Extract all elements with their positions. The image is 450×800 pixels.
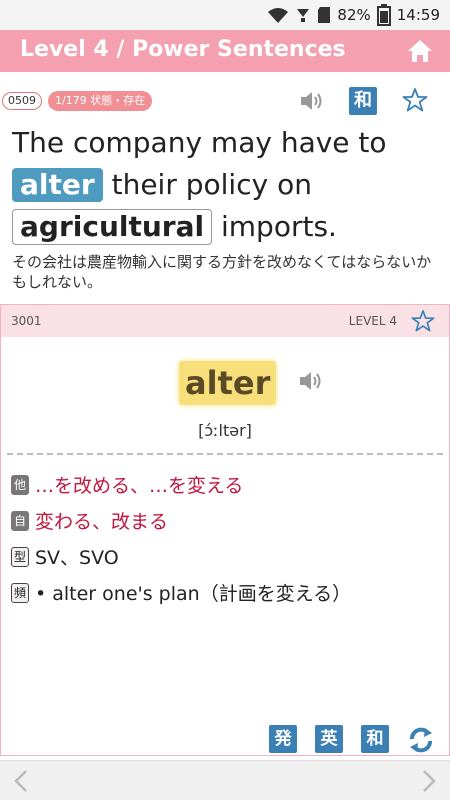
status-bar: 82% 14:59 — [0, 0, 450, 30]
page-title: Level 4 / Power Sentences — [20, 37, 346, 62]
japanese-button[interactable]: 和 — [361, 725, 389, 753]
speaker-icon[interactable] — [298, 89, 324, 113]
sentence-text: their policy on — [111, 168, 312, 201]
pattern-tag: 型 — [11, 546, 29, 567]
phonetic: [ɔ́ːltər] — [198, 421, 252, 440]
definition-text: SV、SVO — [35, 547, 119, 569]
sentence-text: imports. — [221, 210, 337, 243]
clock: 14:59 — [396, 6, 440, 24]
definition-row: 型 SV、SVO — [11, 543, 119, 570]
refresh-icon[interactable] — [406, 725, 436, 755]
sentence-text: The company may have to — [12, 126, 387, 159]
divider — [7, 453, 443, 455]
word-level: LEVEL 4 — [348, 314, 397, 328]
word-number: 3001 — [11, 314, 42, 328]
star-icon[interactable] — [411, 309, 435, 333]
frequent-tag: 頻 — [11, 582, 29, 603]
pronunciation-button[interactable]: 発 — [269, 725, 297, 753]
battery-percent: 82% — [337, 6, 371, 24]
speaker-icon[interactable] — [297, 369, 323, 393]
sentence-number: 0509 — [2, 92, 42, 110]
definition-row: 自 変わる、改まる — [11, 507, 168, 534]
definition-row: 頻 • alter one's plan（計画を変える） — [11, 579, 351, 606]
topic-badge: 1/179 状態・存在 — [48, 91, 153, 111]
home-icon[interactable] — [406, 38, 434, 64]
chevron-right-icon[interactable] — [420, 769, 438, 793]
battery-icon — [376, 4, 391, 26]
word-card: 3001 LEVEL 4 alter [ɔ́ːltər] 他 …を改める、…を変… — [0, 304, 450, 756]
definition-text: …を改める、…を変える — [35, 475, 244, 497]
chevron-left-icon[interactable] — [12, 769, 30, 793]
signal-icon — [297, 9, 310, 22]
headword: alter — [185, 364, 271, 402]
keyword-highlight[interactable]: alter — [12, 168, 103, 202]
sd-card-icon — [318, 7, 331, 23]
star-icon[interactable] — [402, 87, 428, 113]
sentence-translation: その会社は農産物輸入に関する方針を改めなくてはならないかもしれない。 — [12, 253, 432, 291]
wifi-icon — [268, 8, 289, 23]
japanese-toggle-button[interactable]: 和 — [349, 87, 377, 115]
app-bar: Level 4 / Power Sentences — [0, 30, 450, 72]
pos-tag: 他 — [11, 474, 29, 495]
example-sentence: The company may have to alter their poli… — [12, 122, 442, 248]
card-header: 3001 LEVEL 4 — [1, 305, 449, 337]
definition-row: 他 …を改める、…を変える — [11, 471, 243, 498]
definition-text: • alter one's plan（計画を変える） — [35, 583, 352, 605]
phrase-highlight[interactable]: agricultural — [12, 209, 213, 245]
english-button[interactable]: 英 — [315, 725, 343, 753]
headword-highlight: alter — [179, 361, 277, 405]
bottom-nav — [0, 760, 450, 800]
pos-tag: 自 — [11, 510, 29, 531]
definition-text: 変わる、改まる — [35, 511, 169, 533]
